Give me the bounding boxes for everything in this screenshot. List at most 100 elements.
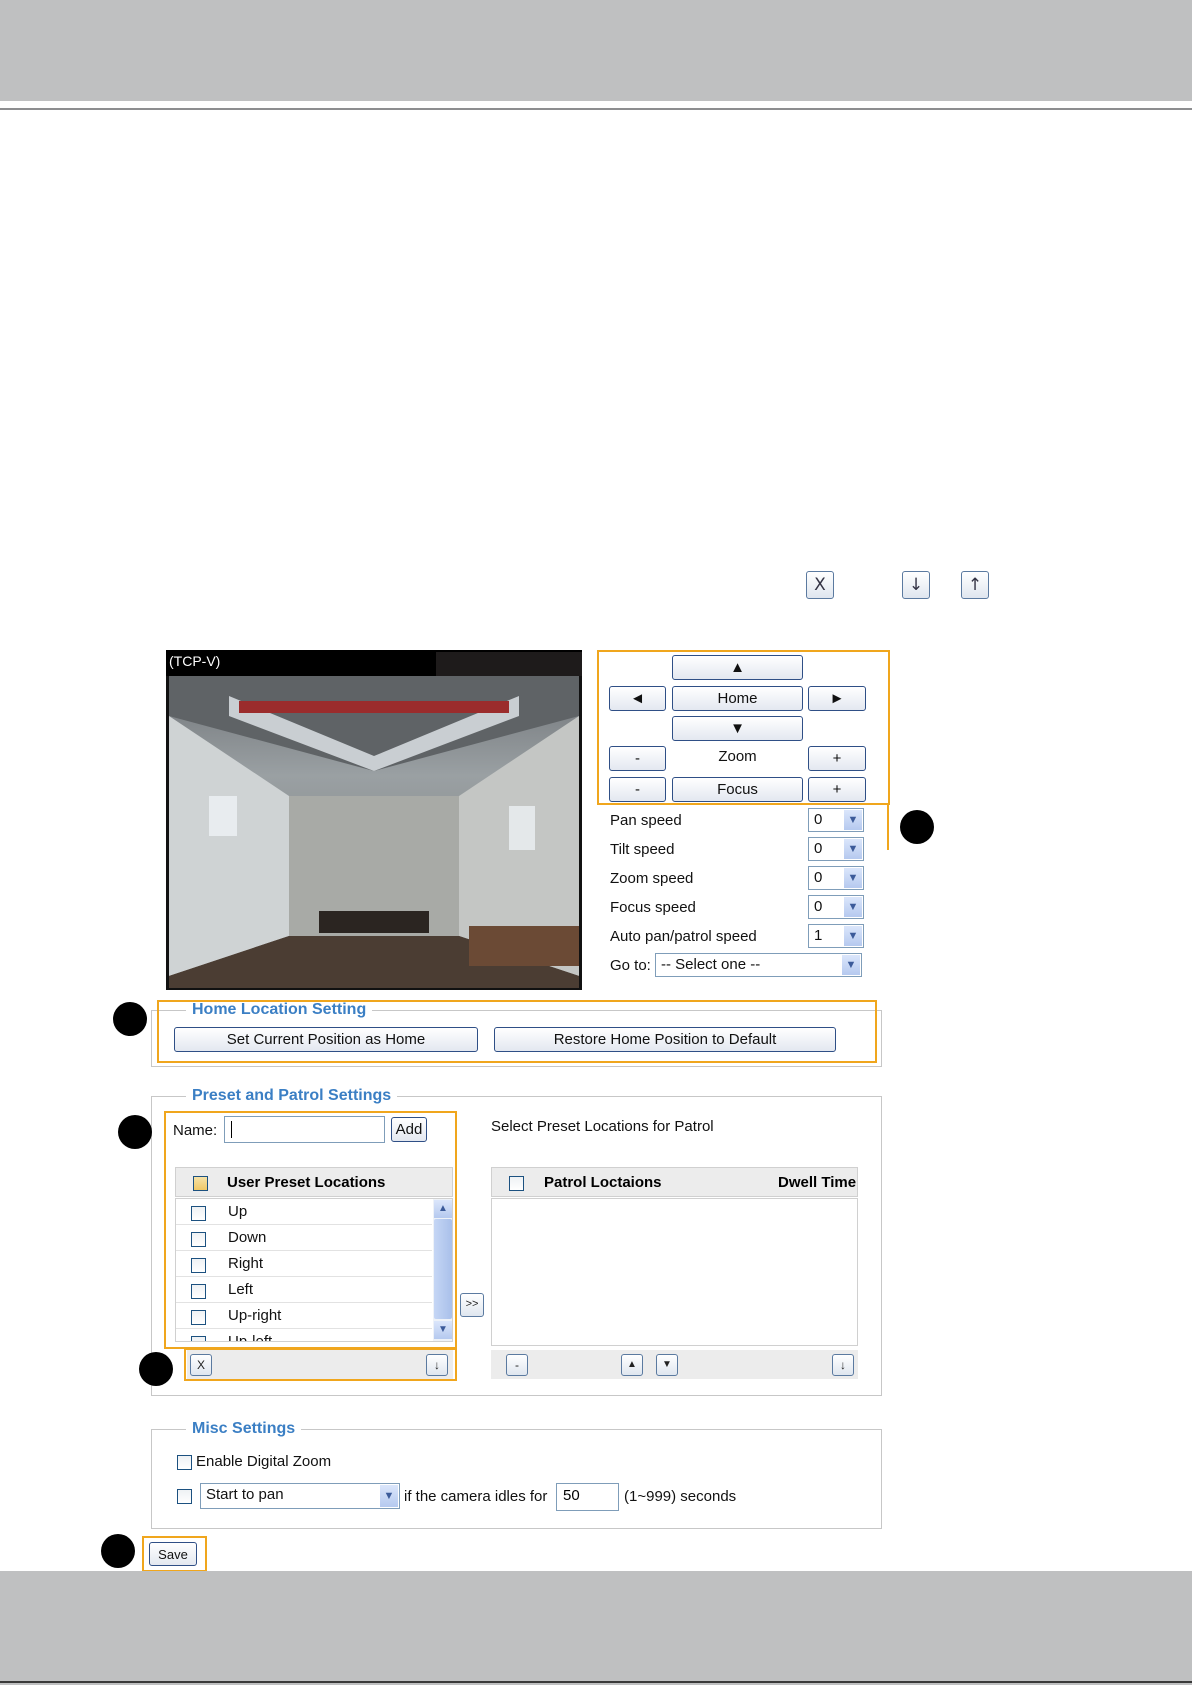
item-label: Up-left bbox=[228, 1333, 273, 1342]
pan-left-button[interactable]: ◄ bbox=[609, 686, 666, 711]
patrol-header-label: Patrol Loctaions bbox=[544, 1174, 662, 1191]
item-checkbox[interactable] bbox=[191, 1336, 206, 1341]
item-checkbox[interactable] bbox=[191, 1310, 206, 1325]
auto-patrol-speed-label: Auto pan/patrol speed bbox=[610, 928, 757, 945]
delete-preset-button[interactable]: X bbox=[190, 1354, 212, 1376]
scroll-thumb[interactable] bbox=[434, 1219, 452, 1319]
pan-speed-value: 0 bbox=[814, 811, 823, 828]
pan-right-button[interactable]: ► bbox=[808, 686, 866, 711]
pan-speed-label: Pan speed bbox=[610, 812, 682, 829]
misc-settings-group bbox=[151, 1429, 882, 1529]
focus-speed-label: Focus speed bbox=[610, 899, 696, 916]
idle-action-select[interactable]: Start to pan ▼ bbox=[200, 1483, 400, 1509]
scroll-down-icon[interactable]: ▼ bbox=[434, 1321, 452, 1339]
patrol-header: Patrol Loctaions Dwell Time bbox=[491, 1167, 858, 1197]
tilt-down-button[interactable]: ▼ bbox=[672, 716, 803, 741]
goto-select[interactable]: -- Select one -- ▼ bbox=[655, 953, 862, 977]
move-preset-down-button[interactable]: ↓ bbox=[426, 1354, 448, 1376]
item-label: Up-right bbox=[228, 1307, 282, 1324]
list-item[interactable]: Up-right bbox=[176, 1303, 432, 1329]
set-home-button[interactable]: Set Current Position as Home bbox=[174, 1027, 478, 1052]
callout-marker-1 bbox=[900, 810, 934, 844]
callout-marker-4 bbox=[139, 1352, 173, 1386]
live-video-view[interactable]: (TCP-V) bbox=[166, 650, 582, 990]
zoom-speed-select[interactable]: 0 ▼ bbox=[808, 866, 864, 890]
idle-seconds-input[interactable]: 50 bbox=[556, 1483, 619, 1511]
dwell-time-header: Dwell Time bbox=[778, 1174, 857, 1191]
tilt-speed-label: Tilt speed bbox=[610, 841, 675, 858]
item-label: Left bbox=[228, 1281, 254, 1298]
user-preset-list[interactable]: Up Down Right Left Up-right Up-left ▲ ▼ bbox=[175, 1198, 453, 1342]
home-button[interactable]: Home bbox=[672, 686, 803, 711]
misc-settings-title: Misc Settings bbox=[186, 1420, 302, 1438]
callout-marker-2 bbox=[113, 1002, 147, 1036]
item-label: Up bbox=[228, 1203, 248, 1220]
scroll-up-icon[interactable]: ▲ bbox=[434, 1200, 452, 1218]
tilt-speed-select[interactable]: 0 ▼ bbox=[808, 837, 864, 861]
focus-speed-select[interactable]: 0 ▼ bbox=[808, 895, 864, 919]
chevron-down-icon: ▼ bbox=[844, 810, 862, 830]
save-button[interactable]: Save bbox=[149, 1542, 197, 1566]
list-item[interactable]: Left bbox=[176, 1277, 432, 1303]
item-label: Right bbox=[228, 1255, 264, 1272]
patrol-list[interactable] bbox=[491, 1198, 858, 1346]
chevron-down-icon: ▼ bbox=[842, 955, 860, 975]
patrol-move-up-button[interactable]: ▲ bbox=[621, 1354, 643, 1376]
digital-zoom-checkbox[interactable] bbox=[177, 1455, 192, 1470]
list-item[interactable]: Up bbox=[176, 1199, 432, 1225]
callout-marker-3 bbox=[118, 1115, 152, 1149]
footer-rule bbox=[0, 1681, 1192, 1683]
item-checkbox[interactable] bbox=[191, 1258, 206, 1273]
zoom-speed-label: Zoom speed bbox=[610, 870, 694, 887]
preset-name-label: Name: bbox=[173, 1122, 218, 1139]
item-checkbox[interactable] bbox=[191, 1284, 206, 1299]
callout-leader-line bbox=[887, 805, 889, 850]
delete-icon: X bbox=[806, 571, 834, 599]
add-to-patrol-button[interactable]: >> bbox=[460, 1293, 484, 1317]
remove-patrol-button[interactable]: - bbox=[506, 1354, 528, 1376]
page-footer-band bbox=[0, 1571, 1192, 1685]
goto-value: -- Select one -- bbox=[661, 956, 761, 973]
move-down-icon: ↓ bbox=[902, 571, 930, 599]
video-title-bar: (TCP-V) bbox=[166, 650, 582, 676]
list-item[interactable]: Right bbox=[176, 1251, 432, 1277]
chevron-down-icon: ▼ bbox=[844, 868, 862, 888]
item-label: Down bbox=[228, 1229, 267, 1246]
video-frame bbox=[169, 676, 579, 988]
focus-button[interactable]: Focus bbox=[672, 777, 803, 802]
chevron-down-icon: ▼ bbox=[844, 926, 862, 946]
chevron-down-icon: ▼ bbox=[844, 897, 862, 917]
select-all-checkbox[interactable] bbox=[193, 1176, 208, 1191]
patrol-select-label: Select Preset Locations for Patrol bbox=[491, 1118, 714, 1135]
list-item[interactable]: Up-left bbox=[176, 1329, 432, 1342]
tilt-up-button[interactable]: ▲ bbox=[672, 655, 803, 680]
patrol-move-down-button[interactable]: ▼ bbox=[656, 1354, 678, 1376]
item-checkbox[interactable] bbox=[191, 1206, 206, 1221]
chevron-down-icon: ▼ bbox=[844, 839, 862, 859]
idle-text: if the camera idles for bbox=[404, 1488, 548, 1505]
zoom-label: Zoom bbox=[718, 748, 757, 765]
zoom-out-button[interactable]: - bbox=[609, 746, 666, 771]
tilt-speed-value: 0 bbox=[814, 840, 823, 857]
user-preset-header-label: User Preset Locations bbox=[227, 1174, 386, 1191]
focus-far-button[interactable]: + bbox=[808, 777, 866, 802]
user-preset-toolbar: X ↓ bbox=[187, 1350, 453, 1379]
patrol-send-button[interactable]: ↓ bbox=[832, 1354, 854, 1376]
focus-near-button[interactable]: - bbox=[609, 777, 666, 802]
digital-zoom-label: Enable Digital Zoom bbox=[196, 1453, 332, 1470]
page-header-band bbox=[0, 0, 1192, 101]
list-scrollbar[interactable]: ▲ ▼ bbox=[433, 1199, 452, 1341]
stream-label: (TCP-V) bbox=[169, 653, 221, 669]
pan-speed-select[interactable]: 0 ▼ bbox=[808, 808, 864, 832]
restore-home-button[interactable]: Restore Home Position to Default bbox=[494, 1027, 836, 1052]
list-item[interactable]: Down bbox=[176, 1225, 432, 1251]
item-checkbox[interactable] bbox=[191, 1232, 206, 1247]
zoom-in-button[interactable]: + bbox=[808, 746, 866, 771]
add-preset-button[interactable]: Add bbox=[391, 1117, 427, 1142]
idle-action-checkbox[interactable] bbox=[177, 1489, 192, 1504]
select-all-patrol-checkbox[interactable] bbox=[509, 1176, 524, 1191]
preset-name-input[interactable] bbox=[224, 1116, 385, 1143]
video-status-bar bbox=[436, 652, 582, 676]
header-rule bbox=[0, 108, 1192, 110]
auto-patrol-speed-select[interactable]: 1 ▼ bbox=[808, 924, 864, 948]
